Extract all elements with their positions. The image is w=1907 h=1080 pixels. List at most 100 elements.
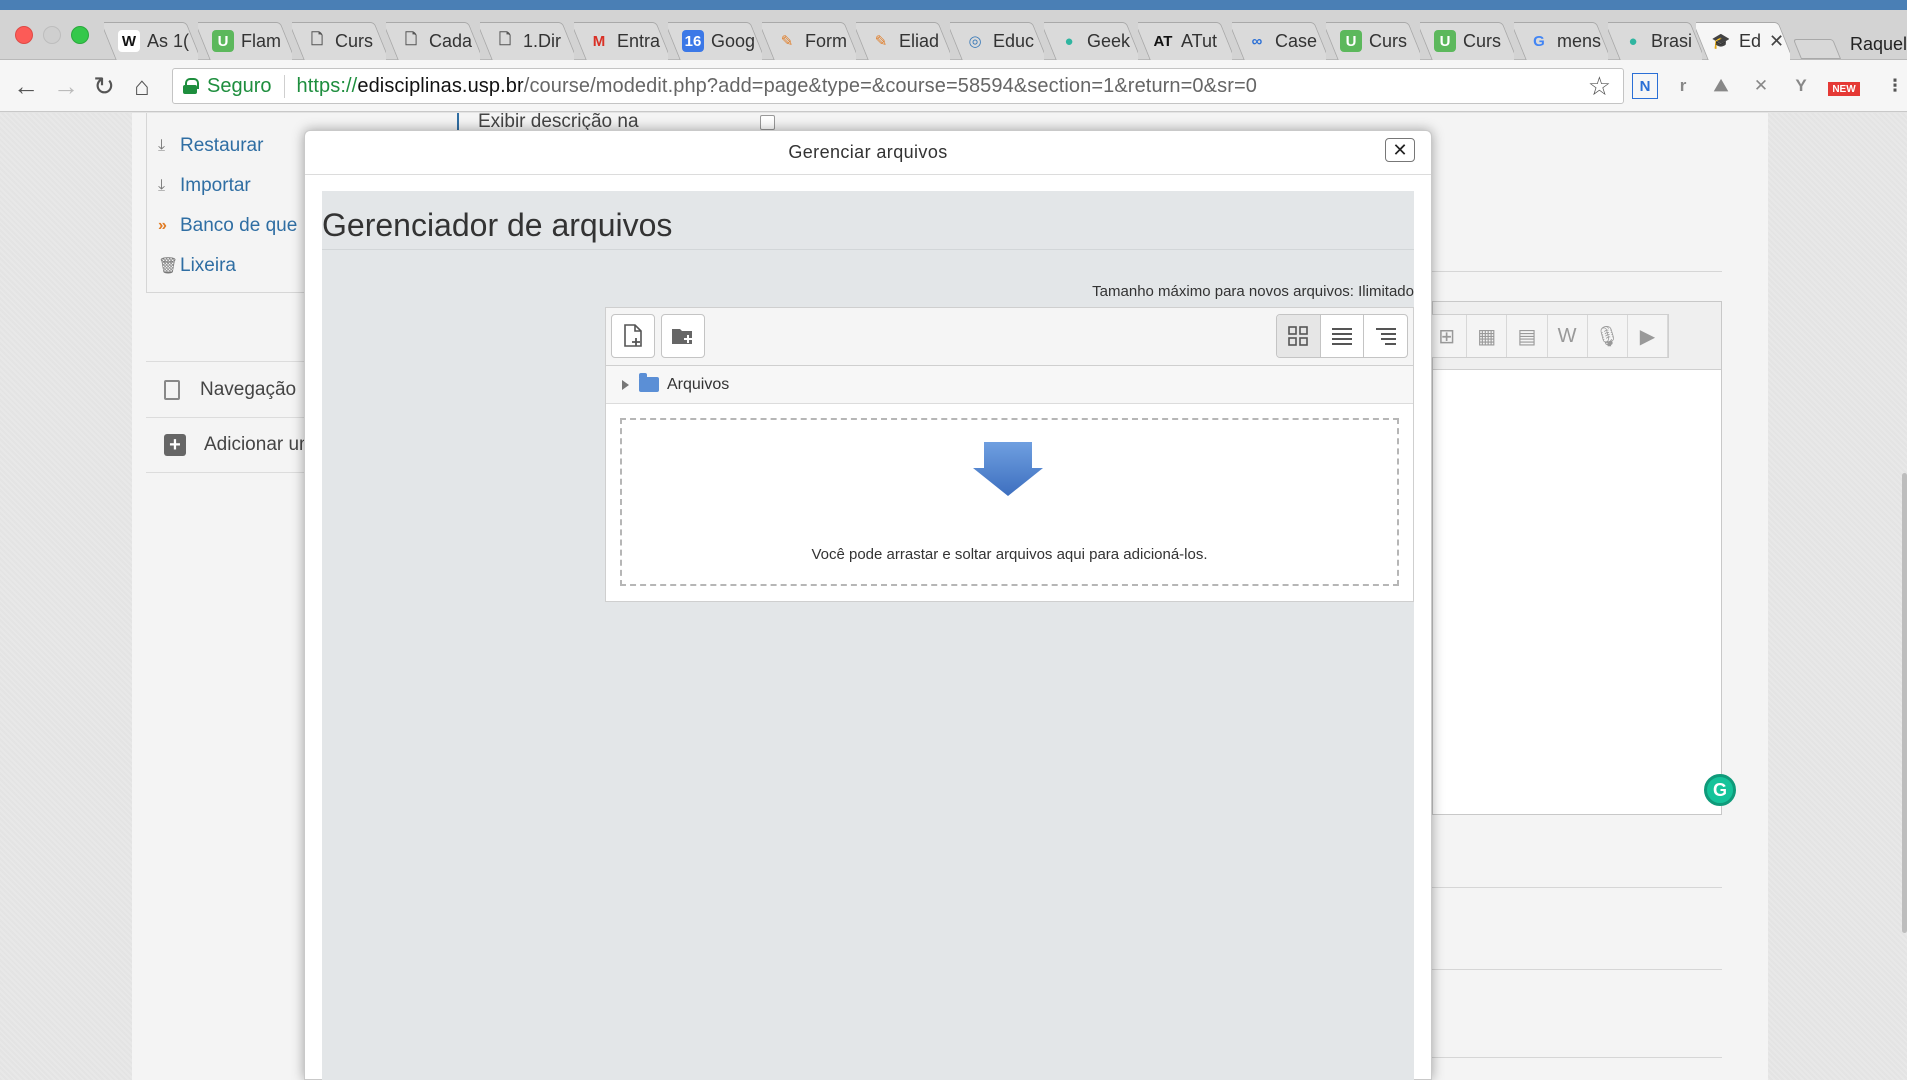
create-folder-button[interactable] [661,314,705,358]
word-paste-icon[interactable]: W [1548,315,1588,357]
udemy-icon: U [1434,30,1456,52]
gmail-icon: M [592,32,606,50]
file-manager-heading: Gerenciador de arquivos [322,207,673,243]
chrome-menu-icon[interactable]: ⋮ [1882,73,1907,99]
browser-tab[interactable]: 🎓 Ed ✕ [1696,22,1790,60]
tab-label: Curs [1369,30,1408,51]
browser-tab[interactable]: ✎ Eliad [856,22,950,60]
tab-label: Case [1275,30,1318,51]
close-window-button[interactable] [15,26,33,44]
divider [322,249,1414,250]
media-icon[interactable]: ▦ [1467,315,1508,357]
sidebar-link[interactable]: ⤓ Importar [158,175,251,197]
browser-tab[interactable]: 🗋 1.Dir [480,22,574,60]
y-extension-icon[interactable]: Y [1788,73,1814,99]
page-scrollbar[interactable] [1902,473,1907,933]
tab-label: Goog [711,30,756,51]
add-file-button[interactable] [611,314,655,358]
udemy-icon: U [1340,30,1362,52]
list-icon [1332,328,1352,345]
video-camera-icon[interactable]: ▶ [1628,315,1669,357]
browser-tab[interactable]: U Flam [198,22,292,60]
divider [1432,969,1722,970]
browser-tab[interactable]: ✎ Form [762,22,856,60]
tab-label: Cada [429,30,473,51]
url-text[interactable]: https://edisciplinas.usp.br/course/moded… [297,75,1257,98]
browser-tab[interactable]: AT ATut [1138,22,1232,60]
minimize-window-button[interactable] [43,26,61,44]
tab-label: Flam [241,30,281,51]
tab-strip: W As 1(U Flam 🗋 Curs 🗋 Cada 🗋 1.Dir M Entra 16 Goog ✎… [0,10,1907,60]
browser-tab[interactable]: ● Geek [1044,22,1138,60]
profile-name[interactable]: Raquel [1850,34,1907,55]
close-tab-icon[interactable]: ✕ [1769,31,1784,52]
browser-tab[interactable]: U Curs [1420,22,1514,60]
exibir-descricao-checkbox[interactable] [760,115,775,130]
bookmark-star-icon[interactable]: ☆ [1588,71,1611,102]
sidebar-link-label: Banco de que [180,215,298,236]
file-manager-toolbar [606,308,1413,366]
divider [1432,271,1722,272]
close-dialog-button[interactable]: ✕ [1385,138,1415,162]
back-arrow-icon[interactable]: ← [12,71,40,101]
notion-icon[interactable]: N [1632,73,1658,99]
manage-files-icon[interactable]: ▤ [1507,315,1548,357]
tab-label: Geek [1087,30,1131,51]
browser-tab[interactable]: M Entra [574,22,668,60]
tab-label: ATut [1181,30,1218,51]
moodle-cap-icon: 🎓 [1711,33,1731,50]
trash-icon: 🗑 [158,258,179,275]
reload-icon[interactable]: ↻ [90,71,118,101]
new-tab-button[interactable] [1792,39,1842,59]
tab-label: Form [805,30,847,51]
content-editor[interactable]: ⊞ ▦ ▤ W 🎙 ▶ [1426,301,1722,815]
moodle-icon: ✎ [874,33,888,50]
sidebar-link-label: Restaurar [180,135,264,156]
tab-label: Eliad [899,30,940,51]
sidebar-link[interactable]: ⤓ Restaurar [158,135,263,157]
window-top-edge [0,0,1907,10]
tab-label: Curs [335,30,374,51]
tree-icon [1375,328,1396,345]
browser-tab[interactable]: 16 Goog [668,22,762,60]
folder-label[interactable]: Arquivos [667,376,729,394]
home-icon[interactable]: ⌂ [128,71,156,101]
icon-view-button[interactable] [1277,315,1321,357]
microphone-icon[interactable]: 🎙 [1588,315,1628,357]
sidebar-link[interactable]: 🗑 Lixeira [158,255,236,277]
forward-arrow-icon[interactable]: → [52,71,80,101]
drop-zone[interactable]: Você pode arrastar e soltar arquivos aqu… [620,418,1399,586]
drive-icon[interactable]: ⛰ [1708,73,1734,99]
insert-link-icon[interactable]: ⊞ [1427,315,1468,357]
security-label: Seguro [207,74,285,98]
divider [1432,1057,1722,1058]
browser-tab[interactable]: W As 1( [104,22,198,60]
new-folder-icon [672,329,692,344]
folder-icon [639,373,659,392]
browser-tab[interactable]: 🗋 Curs [292,22,386,60]
browser-toolbar: ← → ↻ ⌂ Seguro https://edisciplinas.usp.… [0,60,1907,112]
geek-icon: ● [1628,32,1638,50]
address-bar[interactable]: Seguro https://edisciplinas.usp.br/cours… [172,68,1624,104]
grid-icon [1288,326,1309,346]
browser-tab[interactable]: 🗋 Cada [386,22,480,60]
browser-tab[interactable]: U Curs [1326,22,1420,60]
x-extension-icon[interactable]: ✕ [1748,73,1774,99]
browser-tab[interactable]: ∞ Case [1232,22,1326,60]
tree-view-button[interactable] [1364,315,1407,357]
grammarly-icon[interactable]: G [1704,774,1736,806]
folder-path[interactable]: Arquivos [606,366,1413,404]
list-view-button[interactable] [1321,315,1365,357]
tab-label: Educ [993,30,1035,51]
browser-tab[interactable]: ● Brasi [1608,22,1702,60]
browser-tab[interactable]: Gmens [1514,22,1608,60]
download-arrow-icon [973,442,1043,496]
r-extension-icon[interactable]: r [1670,73,1696,99]
sidebar-link[interactable]: » Banco de que [158,215,297,237]
file-manager-dialog: Gerenciar arquivos ✕ Gerenciador de arqu… [304,130,1432,1080]
expand-triangle-icon[interactable] [622,379,629,390]
tab-label: As 1( [147,30,190,51]
maximize-window-button[interactable] [71,26,89,44]
new-badge-icon[interactable]: NEW [1828,82,1860,96]
browser-tab[interactable]: ◎ Educ [950,22,1044,60]
